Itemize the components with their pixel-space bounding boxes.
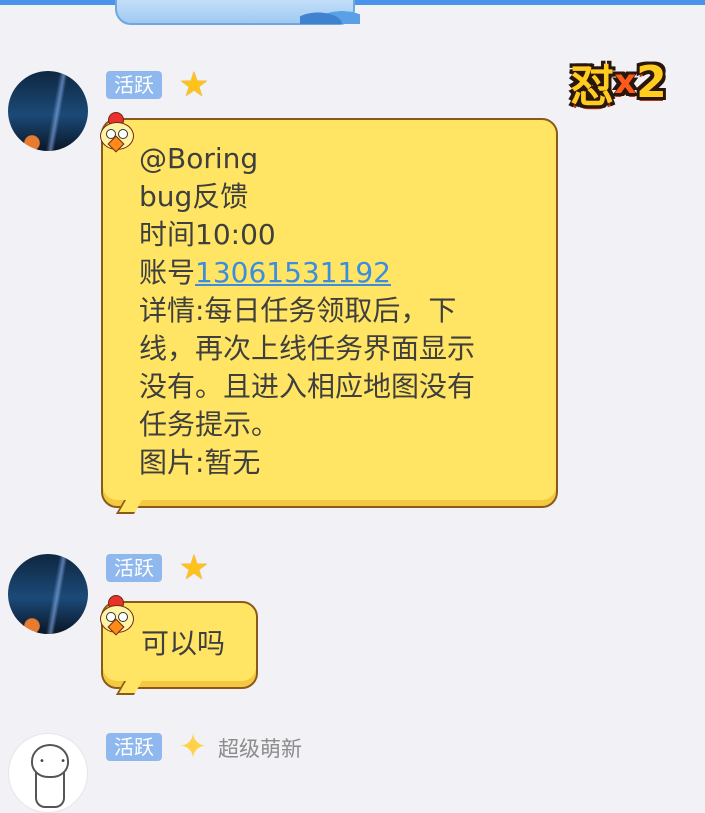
account-line: 账号13061531192 xyxy=(139,254,526,292)
message-line: 线，再次上线任务界面显示 xyxy=(139,332,476,365)
avatar[interactable] xyxy=(8,71,88,151)
message-line: bug反馈 xyxy=(139,180,249,213)
message-line: 任务提示。 xyxy=(139,408,280,441)
combo-multiplier: x xyxy=(614,62,636,102)
account-label: 账号 xyxy=(139,256,196,289)
avatar[interactable] xyxy=(8,554,88,634)
message-text: 可以吗 xyxy=(141,627,226,660)
star-icon: ★ xyxy=(178,548,210,588)
active-badge: 活跃 xyxy=(106,554,162,582)
avatar[interactable]: • • xyxy=(8,733,88,813)
active-badge: 活跃 xyxy=(106,733,162,761)
wave-decoration xyxy=(300,4,360,24)
chick-icon xyxy=(94,595,144,645)
sender-nickname[interactable]: 超级萌新 xyxy=(218,733,302,763)
combo-count: 2 xyxy=(636,56,667,108)
message-line: 没有。且进入相应地图没有 xyxy=(139,370,476,403)
combo-badge: 怼x2 xyxy=(540,52,695,113)
active-badge: 活跃 xyxy=(106,71,162,99)
star-icon: ★ xyxy=(178,65,210,105)
combo-glyph: 怼 xyxy=(570,61,614,112)
mention-text: @Boring xyxy=(139,142,259,175)
message-line: 图片:暂无 xyxy=(139,446,261,479)
diamond-icon: ✦ xyxy=(178,727,208,767)
chick-icon xyxy=(94,112,144,162)
message-line: 时间10:00 xyxy=(139,218,276,251)
message-line: 详情:每日任务领取后，下 xyxy=(139,294,457,327)
message-bubble[interactable]: @Boring bug反馈 时间10:00 账号13061531192 详情:每… xyxy=(101,118,558,508)
phone-link[interactable]: 13061531192 xyxy=(195,256,391,289)
